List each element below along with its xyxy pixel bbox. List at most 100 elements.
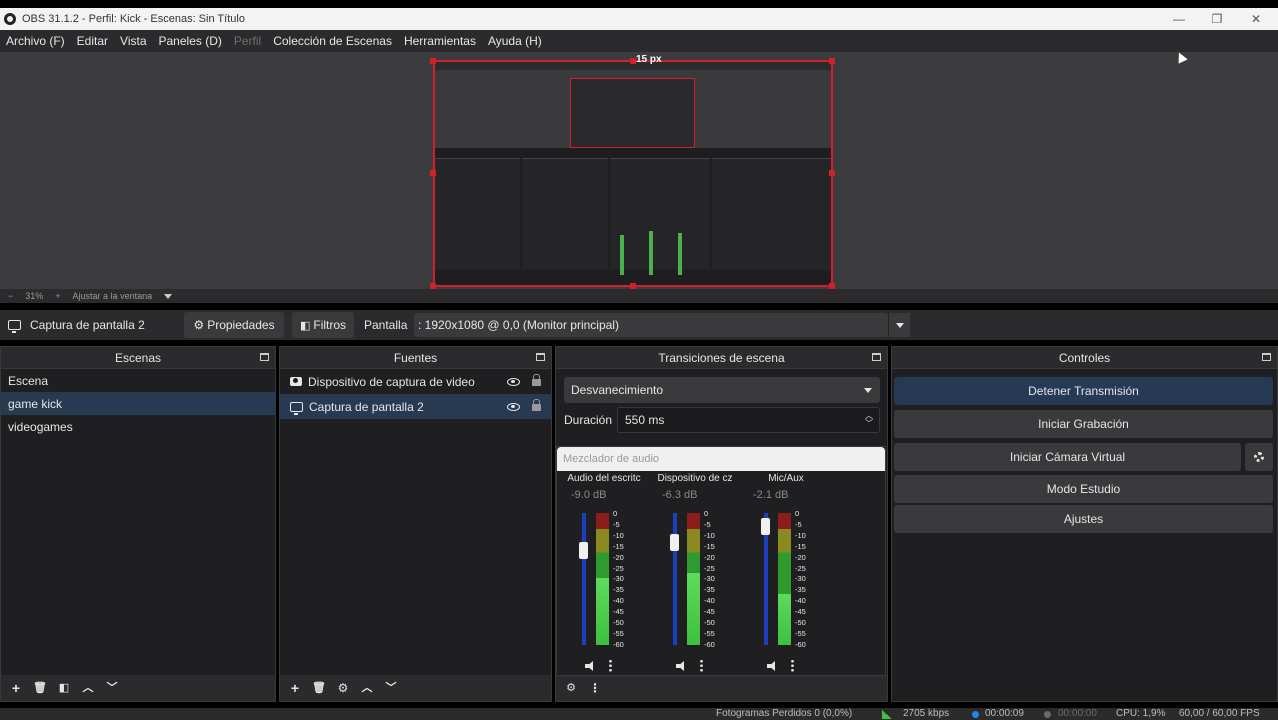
menu-herramientas[interactable]: Herramientas [404,34,476,48]
zoom-in-button[interactable]: + [55,291,60,301]
volume-fader-knob[interactable] [670,534,679,552]
scene-filters-icon[interactable]: ◧ [57,681,71,695]
menu-paneles[interactable]: Paneles (D) [159,34,222,48]
meter-tick-label: -40 [795,596,806,606]
close-button[interactable]: ✕ [1237,8,1275,30]
scenes-dock-title: Escenas [114,350,162,365]
scene-item[interactable]: videogames [1,415,275,438]
context-source-name: Captura de pantalla 2 [30,318,145,332]
volume-fader-track[interactable] [582,513,586,645]
filters-label: Filtros [313,318,347,332]
fit-window-button[interactable]: Ajustar a la ventana [73,291,153,301]
menu-coleccion-escenas[interactable]: Colección de Escenas [273,34,392,48]
speaker-icon[interactable] [676,660,688,671]
visibility-eye-icon[interactable] [507,402,520,411]
audio-mixer-header[interactable]: Mezclador de audio [557,447,885,471]
more-options-icon[interactable] [791,659,794,672]
meter-tick-label: -45 [704,607,715,617]
undock-icon[interactable] [1262,353,1271,361]
resize-handle[interactable] [829,58,835,64]
display-label: Pantalla [364,318,408,332]
menu-vista[interactable]: Vista [120,34,146,48]
minimize-button[interactable]: — [1160,8,1198,30]
chevron-down-icon [864,387,872,393]
resize-handle[interactable] [430,58,436,64]
meter-tick-label: -45 [795,607,806,617]
meter-tick-label: 0 [613,509,618,518]
resize-handle[interactable] [829,170,835,176]
meter-tick-label: -55 [704,628,715,638]
menu-editar[interactable]: Editar [77,34,108,48]
display-select[interactable]: : 1920x1080 @ 0,0 (Monitor principal) [414,313,888,337]
meter-tick-label: -30 [613,574,624,584]
source-context-bar: Captura de pantalla 2 ⚙ Propiedades ◧ Fi… [0,310,1278,340]
zoom-dropdown-icon[interactable] [164,293,173,299]
scene-item[interactable]: Escena [1,369,275,392]
sources-toolbar: + 🗑 ⚙ ︿ ﹀ [280,675,551,701]
lock-icon[interactable] [532,374,541,386]
menu-archivo[interactable]: Archivo (F) [6,34,65,48]
duration-input[interactable]: 550 ms ︿ ﹀ [617,407,880,433]
more-options-icon[interactable] [609,659,612,672]
display-dropdown-button[interactable] [888,313,910,337]
zoom-out-button[interactable]: − [8,291,13,301]
properties-button[interactable]: ⚙ Propiedades [184,312,284,338]
record-status-icon [1044,711,1051,718]
filters-button[interactable]: ◧ Filtros [292,312,354,338]
resize-handle[interactable] [430,170,436,176]
zoom-level: 31% [25,291,44,301]
menu-ayuda[interactable]: Ayuda (H) [488,34,542,48]
move-up-icon[interactable]: ︿ [81,681,95,695]
meter-scale: 0 -5 -10 -15 -20 -25 -30 -35 -40 -45 -50 -55 -60 [704,509,715,651]
mixer-channel: Mic/Aux -2.1 dB 0 -5 -10 -15 -20 -25 -30 -35 -40 -4… [741,471,831,676]
source-properties-icon[interactable]: ⚙ [336,681,350,695]
channel-footer [676,659,703,672]
move-up-icon[interactable]: ︿ [360,681,374,695]
add-source-icon[interactable]: + [288,681,302,695]
mixer-settings-icon[interactable]: ⚙ [564,681,578,695]
speaker-icon[interactable] [585,660,597,671]
duration-spinner-icon[interactable]: ︿ ﹀ [865,412,873,428]
add-scene-icon[interactable]: + [9,681,23,695]
speaker-icon[interactable] [767,660,779,671]
settings-button[interactable]: Ajustes [894,505,1273,533]
undock-icon[interactable] [260,353,269,361]
start-recording-button[interactable]: Iniciar Grabación [894,410,1273,438]
preview-source-capture[interactable] [433,60,833,287]
meter-tick-label: -60 [795,639,806,649]
lock-icon[interactable] [532,399,541,411]
volume-fader-knob[interactable] [761,518,770,536]
visibility-eye-icon[interactable] [507,377,520,386]
volume-fader-knob[interactable] [579,541,588,559]
meter-tick-label: -20 [795,552,806,562]
maximize-button[interactable]: ❐ [1198,8,1236,30]
remove-source-icon[interactable]: 🗑 [312,681,326,695]
transition-type-select[interactable]: Desvanecimiento [564,377,880,403]
stop-streaming-button[interactable]: Detener Transmisión [894,377,1273,405]
gear-icon: ⚙ [193,318,205,332]
volume-fader-track[interactable] [673,513,677,645]
undock-icon[interactable] [536,353,545,361]
audio-level-fill [778,594,791,645]
remove-scene-icon[interactable]: 🗑 [33,681,47,695]
source-item[interactable]: Captura de pantalla 2 [280,394,551,419]
undock-icon[interactable] [872,353,881,361]
move-down-icon[interactable]: ﹀ [384,681,398,695]
move-down-icon[interactable]: ﹀ [105,681,119,695]
menu-perfil[interactable]: Perfil [234,34,261,48]
meter-tick-label: -55 [613,628,624,638]
meter-tick-label: -25 [795,563,806,573]
menu-bar: Archivo (F) Editar Vista Paneles (D) Per… [0,30,1278,52]
scene-item[interactable]: game kick [1,392,275,415]
virtual-camera-settings-button[interactable] [1245,443,1273,471]
source-item[interactable]: Dispositivo de captura de video [280,369,551,394]
window-titlebar: OBS 31.1.2 - Perfil: Kick - Escenas: Sin… [0,8,1278,30]
channel-volume-db: -9.0 dB [571,489,607,501]
studio-mode-button[interactable]: Modo Estudio [894,475,1273,503]
start-virtual-camera-button[interactable]: Iniciar Cámara Virtual [894,443,1241,471]
more-options-icon[interactable] [700,659,703,672]
duration-value: 550 ms [625,413,665,427]
scenes-toolbar: + 🗑 ◧ ︿ ﹀ [1,675,275,701]
more-options-icon[interactable]: ⋮ [588,681,602,695]
nested-dock [610,158,710,270]
